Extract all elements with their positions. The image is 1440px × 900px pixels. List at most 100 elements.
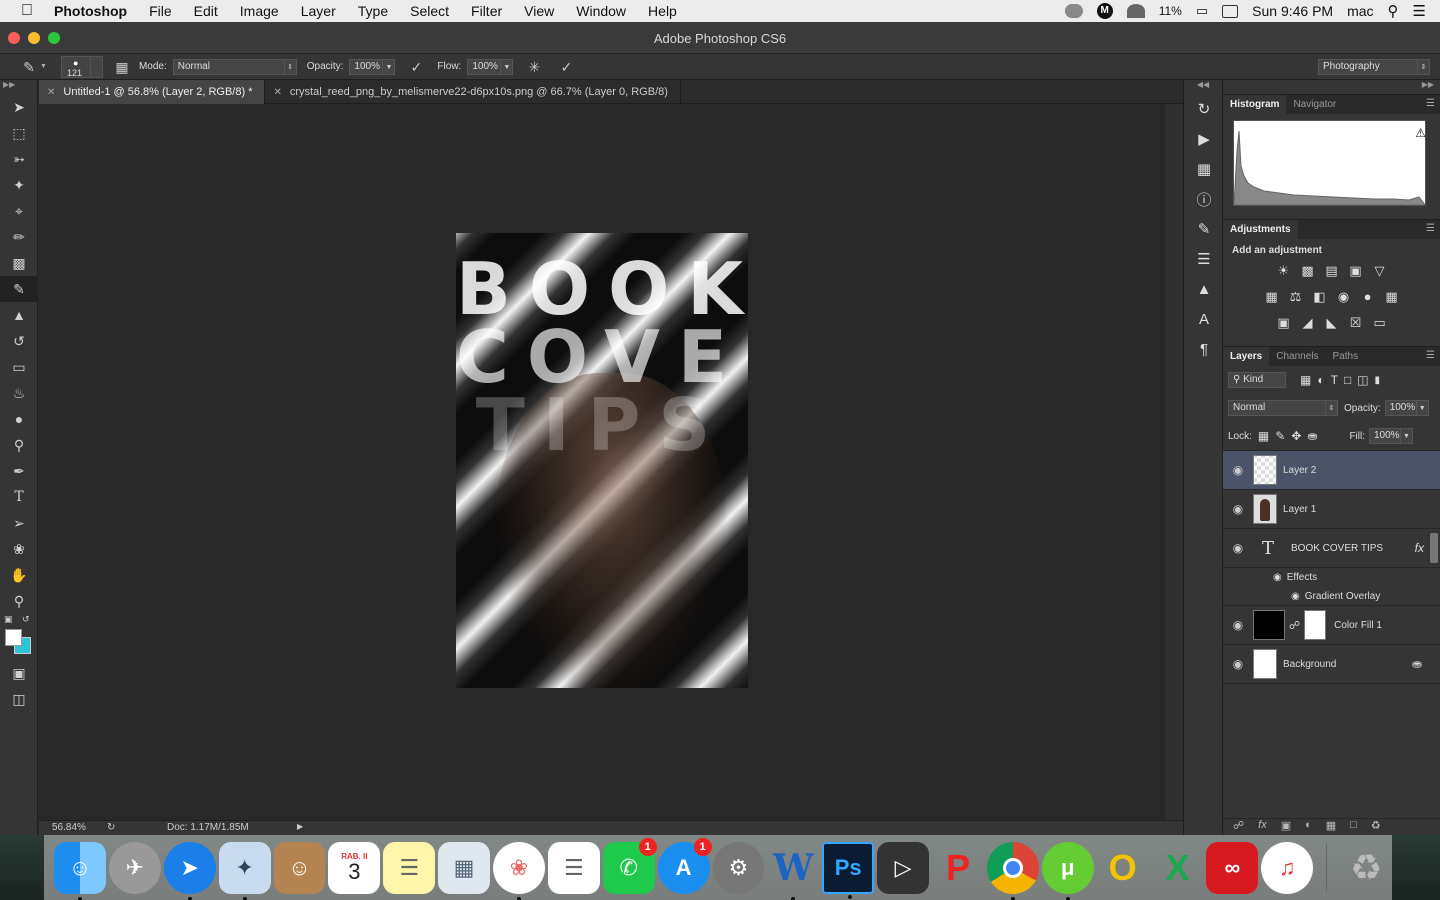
hue-saturation-icon[interactable]: ▦ — [1263, 288, 1281, 306]
paint-bucket-tool-icon[interactable]: ♨ — [0, 380, 38, 406]
mode-select[interactable]: Normal — [172, 58, 285, 75]
posterize-icon[interactable]: ◢ — [1299, 314, 1317, 332]
filter-type-icon[interactable]: T — [1331, 373, 1338, 387]
layer-row-layer-1[interactable]: ◉ Layer 1 — [1223, 490, 1440, 529]
brush-tool-icon[interactable]: ✎ — [0, 276, 38, 302]
link-layers-icon[interactable]: ☍ — [1233, 819, 1244, 835]
layer-row-background[interactable]: ◉ Background ⛂ — [1223, 645, 1440, 684]
foreground-color-swatch[interactable] — [5, 629, 22, 646]
tab-untitled-1[interactable]: ✕ Untitled-1 @ 56.8% (Layer 2, RGB/8) * — [39, 80, 266, 104]
pressure-size-icon[interactable]: ✓ — [557, 58, 575, 76]
menu-view[interactable]: View — [513, 3, 565, 19]
app-store-icon[interactable]: A1 — [657, 837, 712, 894]
system-preferences-icon[interactable]: ⚙ — [712, 841, 765, 894]
lock-transparent-icon[interactable]: ▦ — [1258, 429, 1269, 443]
tools-collapse-icon[interactable]: ▶▶ — [0, 80, 37, 94]
canvas-workspace[interactable]: BOOK COVER TIPS — [39, 104, 1165, 820]
menu-edit[interactable]: Edit — [183, 3, 229, 19]
menu-image[interactable]: Image — [229, 3, 290, 19]
layer-row-color-fill-1[interactable]: ◉ ☍ Color Fill 1 — [1223, 606, 1440, 645]
blur-tool-icon[interactable]: ● — [0, 406, 38, 432]
marquee-tool-icon[interactable]: ⬚ — [0, 120, 38, 146]
lock-all-icon[interactable]: ⛂ — [1307, 429, 1317, 443]
preview-icon[interactable]: ▦ — [438, 841, 490, 894]
brush-size-arrow[interactable] — [90, 55, 103, 78]
cache-warning-icon[interactable]: ⚠ — [1415, 126, 1426, 140]
custom-shape-tool-icon[interactable]: ❀ — [0, 536, 38, 562]
magic-wand-tool-icon[interactable]: ✦ — [0, 172, 38, 198]
add-layer-style-icon[interactable]: fx — [1258, 819, 1267, 835]
visibility-eye-icon[interactable]: ◉ — [1223, 463, 1253, 477]
finder-icon[interactable]: ☺ — [54, 841, 106, 900]
color-lookup-icon[interactable]: ▦ — [1383, 288, 1401, 306]
brush-panel-icon[interactable]: ☰ — [1184, 244, 1224, 274]
dodge-tool-icon[interactable]: ⚲ — [0, 432, 38, 458]
add-mask-icon[interactable]: ▣ — [1281, 819, 1291, 835]
background-lock-icon[interactable]: ⛂ — [1412, 657, 1422, 671]
visibility-eye-icon[interactable]: ◉ — [1223, 657, 1253, 671]
itunes-icon[interactable]: ♫ — [1261, 841, 1314, 894]
gradient-overlay-eye-icon[interactable]: ◉ — [1291, 591, 1300, 602]
filter-toggle-icon[interactable]: ▮ — [1375, 375, 1381, 386]
wifi-icon[interactable] — [1126, 4, 1145, 18]
workspace-select-arrow[interactable]: ⇕ — [1418, 58, 1430, 75]
channel-mixer-icon[interactable]: ● — [1359, 288, 1377, 306]
new-adjustment-layer-icon[interactable]: ◐ — [1305, 819, 1312, 835]
battery-icon[interactable]: ▭ — [1196, 3, 1208, 19]
layer-row-text[interactable]: ◉ T BOOK COVER TIPS fx — [1223, 529, 1440, 568]
visibility-eye-icon[interactable]: ◉ — [1223, 618, 1253, 632]
crop-tool-icon[interactable]: ⌖ — [0, 198, 38, 224]
tab-paths[interactable]: Paths — [1326, 347, 1366, 367]
properties-panel-icon[interactable]: ▦ — [1184, 154, 1224, 184]
lock-image-icon[interactable]: ✎ — [1275, 429, 1285, 443]
reminders-icon[interactable]: ☰ — [547, 841, 600, 894]
layer-name[interactable]: BOOK COVER TIPS — [1291, 543, 1383, 554]
layer-link-icon[interactable]: ☍ — [1289, 619, 1300, 632]
menu-window[interactable]: Window — [565, 3, 637, 19]
new-group-icon[interactable]: ▦ — [1326, 819, 1336, 835]
menu-app-name[interactable]: Photoshop — [54, 3, 138, 19]
flow-arrow[interactable]: ▼ — [501, 58, 514, 75]
threshold-icon[interactable]: ◣ — [1323, 314, 1341, 332]
tab-crystal-reed-png[interactable]: ✕ crystal_reed_png_by_melismerve22-d6px1… — [265, 80, 681, 104]
effects-eye-icon[interactable]: ◉ — [1273, 572, 1282, 583]
layer-name[interactable]: Color Fill 1 — [1334, 620, 1382, 631]
vibrance-icon[interactable]: ▽ — [1371, 262, 1389, 280]
utorrent-icon[interactable]: μ — [1041, 841, 1094, 900]
filter-smart-object-icon[interactable]: ◫ — [1357, 373, 1368, 387]
status-export-icon[interactable]: ↻ — [107, 822, 115, 833]
brush-size-picker[interactable]: ● 121 — [60, 55, 91, 78]
clone-stamp-tool-icon[interactable]: ▲ — [0, 302, 38, 328]
clone-source-panel-icon[interactable]: ▲ — [1184, 274, 1224, 304]
effects-row[interactable]: ◉ Effects — [1223, 568, 1440, 587]
tab-channels[interactable]: Channels — [1269, 347, 1325, 367]
gradient-map-icon[interactable]: ▭ — [1371, 314, 1389, 332]
status-menu-arrow-icon[interactable]: ▶ — [297, 822, 303, 831]
selective-color-icon[interactable]: ☒ — [1347, 314, 1365, 332]
brush-panel-toggle-icon[interactable]: ▦ — [113, 58, 131, 76]
fill-input[interactable]: 100% — [1369, 428, 1401, 444]
final-cut-icon[interactable]: ▷ — [877, 841, 930, 894]
menubar-user[interactable]: mac — [1347, 3, 1373, 19]
tab-layers[interactable]: Layers — [1223, 346, 1270, 367]
workspace-select[interactable]: Photography — [1318, 58, 1418, 75]
brush-preset-icon[interactable]: ✎ — [20, 58, 38, 76]
canvas-vertical-scrollbar[interactable] — [1165, 104, 1183, 820]
close-tab-icon[interactable]: ✕ — [47, 87, 55, 98]
levels-icon[interactable]: ▩ — [1299, 262, 1317, 280]
visibility-eye-icon[interactable]: ◉ — [1223, 502, 1253, 516]
quick-mask-icon[interactable]: ▣ — [0, 660, 38, 686]
dock-collapse-icon[interactable]: ◀◀ — [1184, 80, 1222, 94]
exposure-icon[interactable]: ▣ — [1347, 262, 1365, 280]
input-menu-icon[interactable] — [1222, 4, 1239, 18]
document-canvas[interactable]: BOOK COVER TIPS — [456, 233, 748, 688]
layer-row-layer-2[interactable]: ◉ Layer 2 — [1223, 451, 1440, 490]
photos-icon[interactable]: ❀ — [493, 841, 545, 900]
layer-effects-fx-icon[interactable]: fx — [1415, 541, 1424, 555]
creative-cloud-app-icon[interactable]: ∞ — [1206, 841, 1259, 894]
facetime-icon[interactable]: ✆ 1 — [602, 837, 657, 894]
layer-mask-thumbnail[interactable] — [1304, 610, 1327, 640]
notification-center-icon[interactable]: ☰ — [1413, 2, 1426, 20]
pressure-opacity-icon[interactable]: ✓ — [407, 58, 425, 76]
safari-icon[interactable]: ➤ — [163, 841, 216, 900]
